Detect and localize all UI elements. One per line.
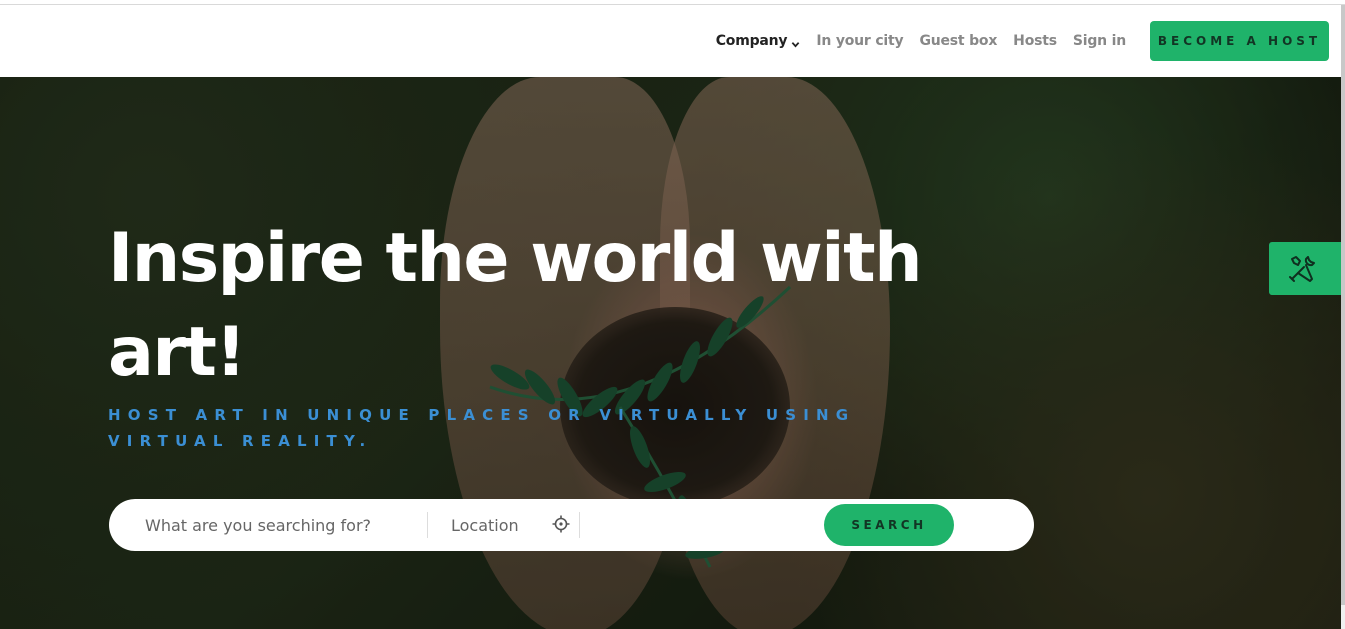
hero-title: Inspire the world with art! bbox=[108, 219, 922, 392]
chevron-down-icon bbox=[791, 37, 800, 47]
become-host-button[interactable]: BECOME A HOST bbox=[1150, 21, 1329, 61]
crosshair-icon[interactable] bbox=[552, 515, 570, 533]
nav-item-company[interactable]: Company bbox=[716, 33, 801, 49]
nav-item-label: Guest box bbox=[919, 33, 998, 49]
site-header: Company In your city Guest box Hosts Sig… bbox=[0, 5, 1345, 77]
nav-item-hosts[interactable]: Hosts bbox=[1013, 33, 1057, 49]
search-divider bbox=[427, 512, 428, 538]
location-input[interactable] bbox=[451, 499, 551, 551]
search-input[interactable] bbox=[145, 499, 415, 551]
search-bar: SEARCH bbox=[109, 499, 1034, 551]
tools-icon bbox=[1289, 255, 1315, 282]
scrollbar-thumb[interactable] bbox=[1341, 5, 1345, 605]
hero-section: Inspire the world with art! Host art in … bbox=[0, 77, 1341, 629]
nav-item-label: Sign in bbox=[1072, 33, 1126, 49]
hero-subtitle: Host art in unique places or virtually u… bbox=[108, 406, 856, 450]
settings-tab[interactable] bbox=[1269, 242, 1341, 295]
nav-item-in-your-city[interactable]: In your city bbox=[816, 33, 903, 49]
main-nav: Company In your city Guest box Hosts Sig… bbox=[716, 5, 1345, 77]
nav-item-guest-box[interactable]: Guest box bbox=[919, 33, 997, 49]
nav-item-label: Hosts bbox=[1013, 33, 1057, 49]
nav-item-sign-in[interactable]: Sign in bbox=[1073, 33, 1126, 49]
nav-item-label: In your city bbox=[816, 33, 904, 49]
search-button[interactable]: SEARCH bbox=[824, 504, 954, 546]
search-divider bbox=[579, 512, 580, 538]
nav-item-label: Company bbox=[715, 33, 788, 49]
